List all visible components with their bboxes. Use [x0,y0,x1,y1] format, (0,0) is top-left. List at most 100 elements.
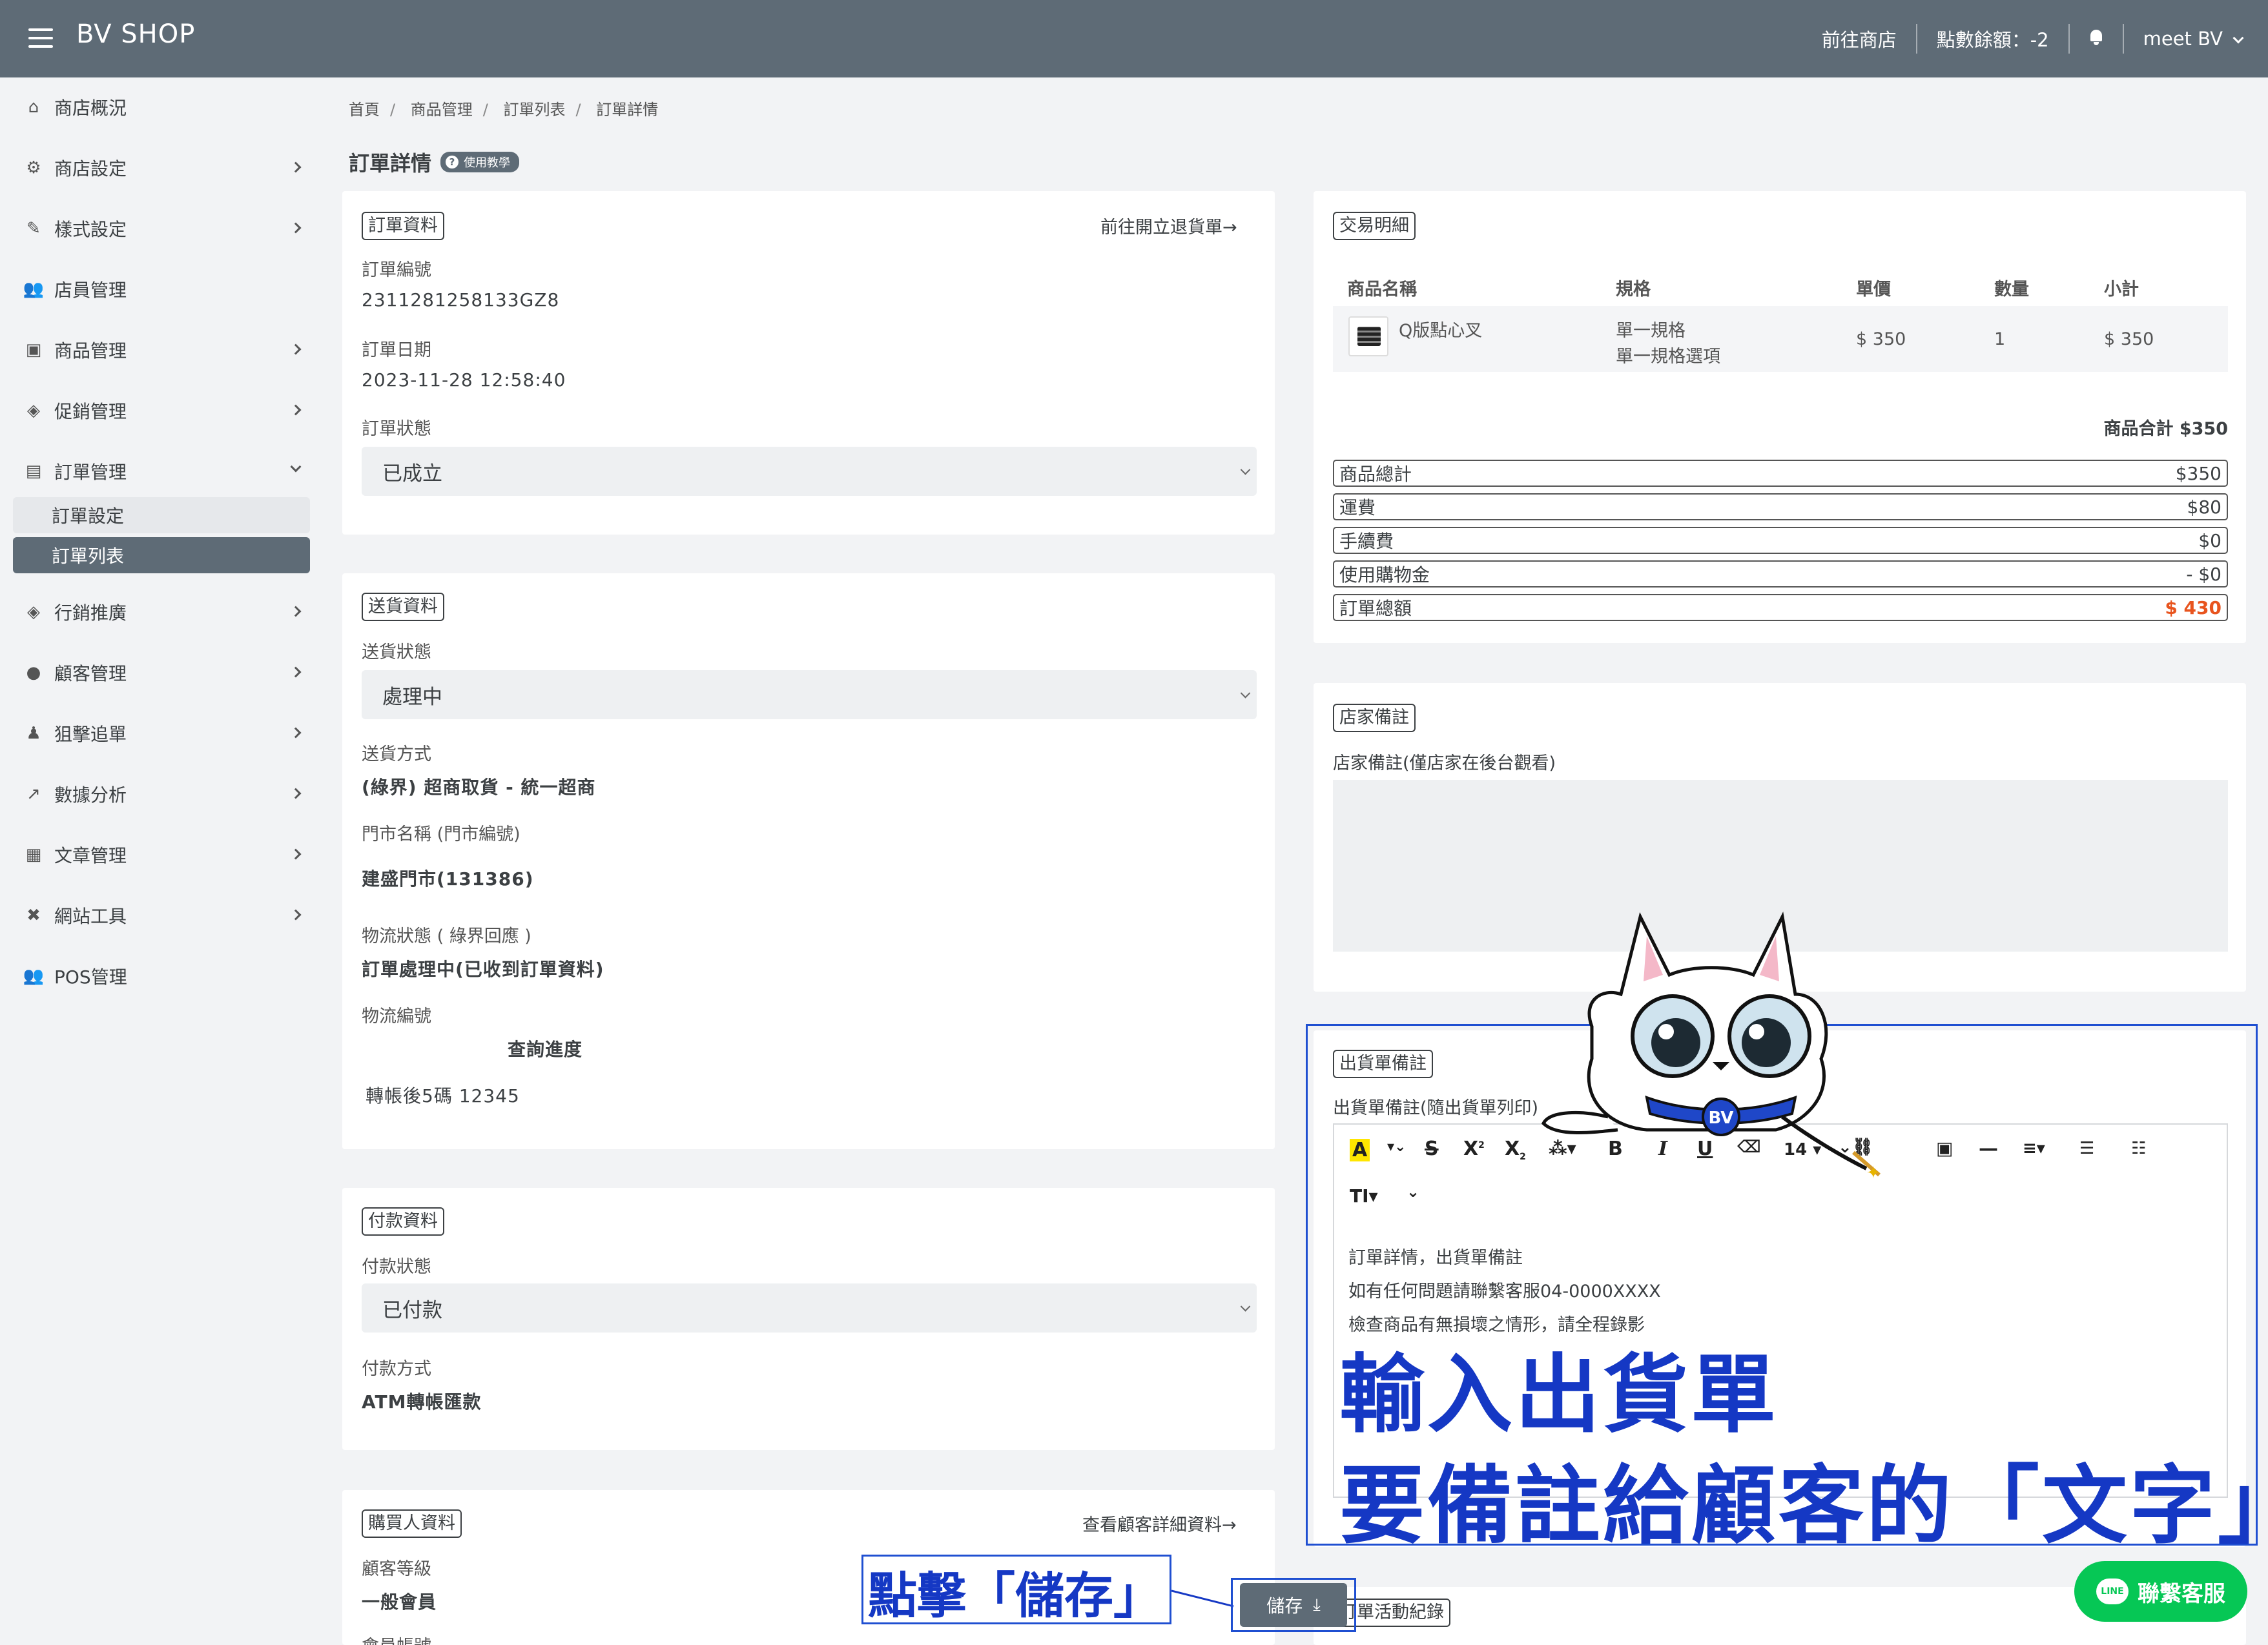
home-icon: ⌂ [28,97,39,117]
payment-status-value: 已付款 [382,1298,442,1322]
product-subtotal: $ 350 [2104,329,2154,349]
col-qty: 數量 [1994,280,2029,300]
shipping-info-card [342,573,1275,1149]
chevron-right-icon [290,909,302,921]
summary-label: 運費 [1339,497,1376,518]
tutorial-badge[interactable]: ? 使用教學 [440,152,520,172]
sidebar-item-store-overview[interactable]: ⌂ 商店概況 [0,78,322,136]
payment-info-tag: 付款資料 [362,1207,444,1236]
annotation-text-line1: 輸入出貨單 [1339,1345,1778,1445]
transfer-last-digits: 轉帳後5碼 12345 [366,1085,520,1107]
product-price: $ 350 [1856,329,1906,349]
chevron-down-icon [1240,465,1251,475]
logistics-status: 訂單處理中(已收到訂單資料) [362,959,604,980]
order-total-value: $ 430 [2165,597,2222,618]
store-name-label: 門市名稱 (門市編號) [362,824,521,844]
sidebar-subitem-order-list[interactable]: 訂單列表 [13,537,310,573]
breadcrumb-products[interactable]: 商品管理 [411,101,473,119]
sidebar-item-label: 商店概況 [54,97,127,119]
top-bar: BV SHOP 前往商店 點數餘額：-2 meet BV [0,0,2268,77]
shipping-status-value: 處理中 [382,685,442,709]
tags-icon: ◈ [27,602,40,622]
sidebar-item-label: 文章管理 [54,845,127,866]
sidebar-item-label: 店員管理 [54,280,127,301]
product-name: Q版點心叉 [1399,321,1483,341]
chevron-down-icon [1240,1302,1251,1312]
query-progress-link[interactable]: 查詢進度 [508,1036,582,1061]
shipping-status-select[interactable]: 處理中 [362,670,1257,719]
chevron-right-icon [290,161,302,173]
summary-label: 商品總計 [1339,464,1412,485]
chevron-right-icon [290,222,302,234]
notification-button[interactable] [2070,28,2123,50]
chevron-down-icon [290,461,302,473]
sidebar-item-store-settings[interactable]: ⚙ 商店設定 [0,139,322,197]
breadcrumb-home[interactable]: 首頁 [349,101,380,119]
page-title-text: 訂單詳情 [349,151,432,176]
transaction-tag: 交易明細 [1333,212,1416,240]
summary-row: 運費 $80 [1333,493,2228,520]
payment-status-label: 付款狀態 [362,1257,431,1277]
shipping-status-label: 送貨狀態 [362,642,431,662]
sidebar-item-analytics[interactable]: ↗ 數據分析 [0,765,322,823]
summary-row-total: 訂單總額 $ 430 [1333,594,2228,621]
save-button[interactable]: 儲存 ⤓ [1240,1583,1347,1627]
summary-label: 訂單總額 [1339,598,1412,619]
order-date: 2023-11-28 12:58:40 [362,369,566,391]
sidebar-item-order-chasing[interactable]: ♟ 狙擊追單 [0,704,322,762]
buyer-info-tag: 購買人資料 [362,1509,462,1538]
tools-icon: ✖ [26,906,41,925]
sidebar-item-label: 數據分析 [54,784,127,806]
order-date-label: 訂單日期 [362,340,431,360]
sidebar-item-web-tools[interactable]: ✖ 網站工具 [0,886,322,945]
annotation-text-line2: 要備註給顧客的「文字」 [1339,1456,2268,1556]
hamburger-menu-icon[interactable] [28,28,53,48]
order-number-label: 訂單編號 [362,260,431,280]
sidebar-item-staff[interactable]: 👥 店員管理 [0,260,322,318]
summary-value: $350 [2175,462,2222,484]
payment-status-select[interactable]: 已付款 [362,1283,1257,1333]
sidebar-subitem-order-settings[interactable]: 訂單設定 [13,497,310,533]
sidebar-item-label: 訂單管理 [54,462,127,483]
brand-logo[interactable]: BV SHOP [76,19,195,49]
sidebar-item-pos[interactable]: 👥 POS管理 [0,947,322,1005]
summary-row: 商品總計 $350 [1333,460,2228,487]
sidebar-item-customers[interactable]: ● 顧客管理 [0,644,322,702]
mascot-cat-illustration: BV ✦ [1541,912,1881,1181]
merchant-note-tag: 店家備註 [1333,704,1416,732]
shipping-method-label: 送貨方式 [362,744,431,764]
line-contact-button[interactable]: LINE 聯繫客服 [2074,1561,2247,1622]
col-spec: 規格 [1616,280,1651,300]
sidebar-item-label: 樣式設定 [54,219,127,240]
sidebar-item-marketing[interactable]: ◈ 行銷推廣 [0,583,322,641]
sparkle-icon: ✦ [1866,1163,1881,1181]
tags-icon: ◈ [27,401,40,420]
user-circle-icon: ● [26,663,41,682]
product-qty: 1 [1994,329,2006,349]
sidebar-item-promotions[interactable]: ◈ 促銷管理 [0,382,322,440]
customer-detail-link[interactable]: 查看顧客詳細資料→ [1082,1511,1237,1536]
payment-method-label: 付款方式 [362,1359,431,1379]
order-info-tag: 訂單資料 [362,212,444,240]
save-label: 儲存 [1266,1595,1303,1617]
mascot-collar-text: BV [1709,1109,1734,1128]
sidebar-item-label: 顧客管理 [54,663,127,684]
sidebar-item-label: 促銷管理 [54,401,127,422]
go-to-store-link[interactable]: 前往商店 [1802,25,1916,52]
order-status-value: 已成立 [382,462,442,485]
sidebar-item-products[interactable]: ▣ 商品管理 [0,321,322,379]
sidebar-item-label: 網站工具 [54,906,127,927]
download-icon: ⤓ [1313,1595,1321,1615]
sidebar-item-articles[interactable]: ▦ 文章管理 [0,826,322,884]
callout-text: 點擊「儲存」 [868,1567,1162,1624]
sidebar-item-orders[interactable]: ▤ 訂單管理 [0,442,322,500]
user-menu[interactable]: meet BV [2124,28,2244,50]
order-status-select[interactable]: 已成立 [362,447,1257,496]
summary-value: - $0 [2186,563,2222,585]
line-chart-icon: ↗ [26,784,41,804]
return-order-link[interactable]: 前往開立退貨單→ [1100,213,1237,238]
chevron-right-icon [290,666,302,678]
breadcrumb-order-list[interactable]: 訂單列表 [503,101,565,119]
sidebar-item-style-settings[interactable]: ✎ 樣式設定 [0,199,322,258]
clipboard-icon: ▤ [25,462,42,481]
